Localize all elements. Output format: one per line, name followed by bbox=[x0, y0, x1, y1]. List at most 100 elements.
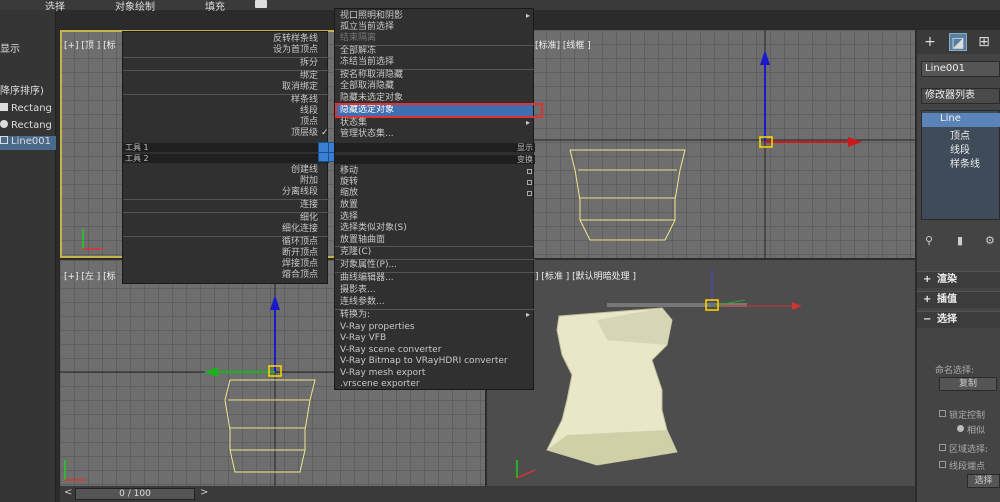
settings-box-icon[interactable] bbox=[527, 191, 532, 196]
menu-item[interactable]: 熔合顶点 bbox=[128, 270, 318, 281]
menu-item[interactable]: 样条线 bbox=[128, 95, 318, 106]
rollout-rendering[interactable]: + 渲染 bbox=[917, 271, 1000, 288]
area-selection-checkbox[interactable] bbox=[939, 444, 946, 451]
menu-item[interactable]: 顶点 bbox=[128, 117, 318, 128]
submenu-arrow-icon: ▸ bbox=[526, 118, 531, 127]
display-label: 显示 bbox=[0, 44, 20, 55]
modifier-stack: Line 顶点 线段 样条线 bbox=[921, 110, 1000, 220]
menu-item[interactable]: 对象属性(P)... bbox=[340, 260, 530, 271]
menu-item[interactable]: 创建线 bbox=[128, 165, 318, 176]
prev-frame-icon[interactable]: < bbox=[64, 487, 72, 498]
menu-item[interactable]: 冻结当前选择 bbox=[340, 57, 530, 68]
menu-item[interactable]: 孤立当前选择 bbox=[340, 22, 530, 33]
menu-item[interactable]: 拆分 bbox=[128, 58, 318, 69]
menu-item[interactable]: 连线参数... bbox=[340, 297, 530, 308]
check-icon: ✓ bbox=[321, 128, 329, 138]
menu-item[interactable]: 细化连接 bbox=[128, 224, 318, 235]
menu-item[interactable]: 全部取消隐藏 bbox=[340, 81, 530, 92]
menu-item[interactable]: V-Ray VFB bbox=[340, 333, 530, 344]
viewport-front[interactable]: [标准] [线框 ] bbox=[490, 30, 915, 258]
menu-item[interactable]: 断开顶点 bbox=[128, 248, 318, 259]
menu-item[interactable]: 循环顶点 bbox=[128, 237, 318, 248]
menu-item[interactable]: 摄影表... bbox=[340, 285, 530, 296]
menu-item[interactable]: 放置轴曲面 bbox=[340, 235, 530, 246]
menu-item[interactable]: 管理状态集... bbox=[340, 129, 530, 140]
next-frame-icon[interactable]: > bbox=[200, 487, 208, 498]
scene-item[interactable]: Rectang bbox=[0, 120, 52, 134]
scene-item[interactable]: Rectang bbox=[0, 103, 52, 117]
sort-column-header[interactable]: 降序排序) bbox=[0, 82, 44, 97]
area-selection-label: 区域选择: bbox=[949, 445, 989, 455]
menu-item[interactable]: 克隆(C) bbox=[340, 247, 530, 258]
menu-item[interactable]: 旋转 bbox=[340, 177, 530, 188]
menu-object-paint[interactable]: 对象绘制 bbox=[115, 0, 155, 13]
menu-item[interactable]: 设为首顶点 bbox=[128, 45, 318, 56]
modifier-list-dropdown[interactable]: 修改器列表 bbox=[921, 88, 1000, 104]
modify-tab-icon[interactable]: ◪ bbox=[949, 33, 967, 51]
viewport-label[interactable]: [+] [顶 ] [标 bbox=[64, 38, 116, 51]
menu-item[interactable]: V-Ray properties bbox=[340, 322, 530, 333]
menu-item[interactable]: 选择 bbox=[340, 212, 530, 223]
configure-icon[interactable]: ⚙ bbox=[985, 234, 995, 247]
object-name-field[interactable]: Line001 bbox=[921, 61, 1000, 77]
shape-icon bbox=[0, 120, 8, 128]
menu-item[interactable]: V-Ray Bitmap to VRayHDRI converter bbox=[340, 356, 530, 367]
quad-header-tools2: 工具 2 bbox=[123, 154, 329, 163]
viewport-perspective[interactable]: ] [标准 ] [默认明暗处理 ] bbox=[487, 260, 915, 486]
menu-item[interactable]: 视口照明和阴影 bbox=[340, 11, 530, 22]
rollout-interpolation[interactable]: + 插值 bbox=[917, 291, 1000, 308]
dropdown-icon[interactable] bbox=[255, 0, 267, 8]
similar-radio[interactable] bbox=[957, 425, 964, 432]
stack-item-segment[interactable]: 线段 bbox=[922, 141, 1000, 156]
select-button[interactable]: 选择 bbox=[967, 474, 1000, 488]
stack-item-spline[interactable]: 样条线 bbox=[922, 155, 1000, 170]
settings-box-icon[interactable] bbox=[527, 180, 532, 185]
highlight-box bbox=[335, 103, 543, 118]
menu-item[interactable]: 细化 bbox=[128, 213, 318, 224]
menu-item[interactable]: 线段 bbox=[128, 106, 318, 117]
menu-item[interactable]: 附加 bbox=[128, 176, 318, 187]
time-slider-bar: < 0 / 100 > bbox=[60, 486, 915, 502]
lock-handles-checkbox[interactable] bbox=[939, 410, 946, 417]
menu-item[interactable]: 顶层级 bbox=[128, 128, 318, 139]
quad-menu-left: 反转样条线 设为首顶点 拆分 绑定 取消绑定 样条线 线段 顶点 顶层级 ✓ 工… bbox=[122, 31, 329, 284]
menu-item[interactable]: .vrscene exporter bbox=[340, 379, 530, 390]
menu-item[interactable]: 转换为: bbox=[340, 310, 530, 321]
menu-item[interactable]: 缩放 bbox=[340, 188, 530, 199]
settings-box-icon[interactable] bbox=[527, 169, 532, 174]
menu-item[interactable]: V-Ray mesh export bbox=[340, 368, 530, 379]
menu-item[interactable]: 反转样条线 bbox=[128, 34, 318, 45]
menu-item[interactable]: 取消绑定 bbox=[128, 82, 318, 93]
copy-button[interactable]: 复制 bbox=[939, 377, 997, 391]
menu-item[interactable]: 曲线编辑器... bbox=[340, 273, 530, 284]
rollout-selection[interactable]: − 选择 bbox=[917, 311, 1000, 328]
menu-item[interactable]: 按名称取消隐藏 bbox=[340, 70, 530, 81]
menu-item[interactable]: 焊接顶点 bbox=[128, 259, 318, 270]
menu-item[interactable]: 绑定 bbox=[128, 71, 318, 82]
menu-item[interactable]: 状态集 bbox=[340, 118, 530, 129]
menu-item[interactable]: 连接 bbox=[128, 200, 318, 211]
shape-icon bbox=[0, 136, 8, 144]
hierarchy-tab-icon[interactable]: ⊞ bbox=[975, 33, 993, 51]
time-slider[interactable]: 0 / 100 bbox=[75, 488, 195, 500]
create-tab-icon[interactable]: + bbox=[921, 33, 939, 51]
menu-fill[interactable]: 填充 bbox=[205, 0, 225, 13]
menu-item[interactable]: 选择类似对象(S) bbox=[340, 223, 530, 234]
menu-item[interactable]: V-Ray scene converter bbox=[340, 345, 530, 356]
menu-item[interactable]: 结束隔离 bbox=[340, 33, 530, 44]
menu-item[interactable]: 放置 bbox=[340, 200, 530, 211]
axis-gizmo-icon bbox=[82, 229, 103, 250]
named-selection-label: 命名选择: bbox=[935, 366, 975, 376]
stack-item-vertex[interactable]: 顶点 bbox=[922, 127, 1000, 142]
quad-header-transform: 变换 bbox=[335, 155, 535, 164]
menu-item[interactable]: 全部解冻 bbox=[340, 46, 530, 57]
scene-item-selected[interactable]: Line001 bbox=[0, 136, 56, 150]
menu-item[interactable]: 移动 bbox=[340, 166, 530, 177]
pin-stack-icon[interactable]: ⚲ bbox=[925, 234, 933, 247]
show-end-result-icon[interactable]: ▮ bbox=[957, 234, 963, 247]
menu-item[interactable]: 分离线段 bbox=[128, 187, 318, 198]
stack-item-line[interactable]: Line bbox=[922, 113, 1000, 127]
segment-end-checkbox[interactable] bbox=[939, 461, 946, 468]
similar-label: 相似 bbox=[967, 426, 986, 436]
quad-header-tools1: 工具 1 bbox=[123, 143, 329, 152]
